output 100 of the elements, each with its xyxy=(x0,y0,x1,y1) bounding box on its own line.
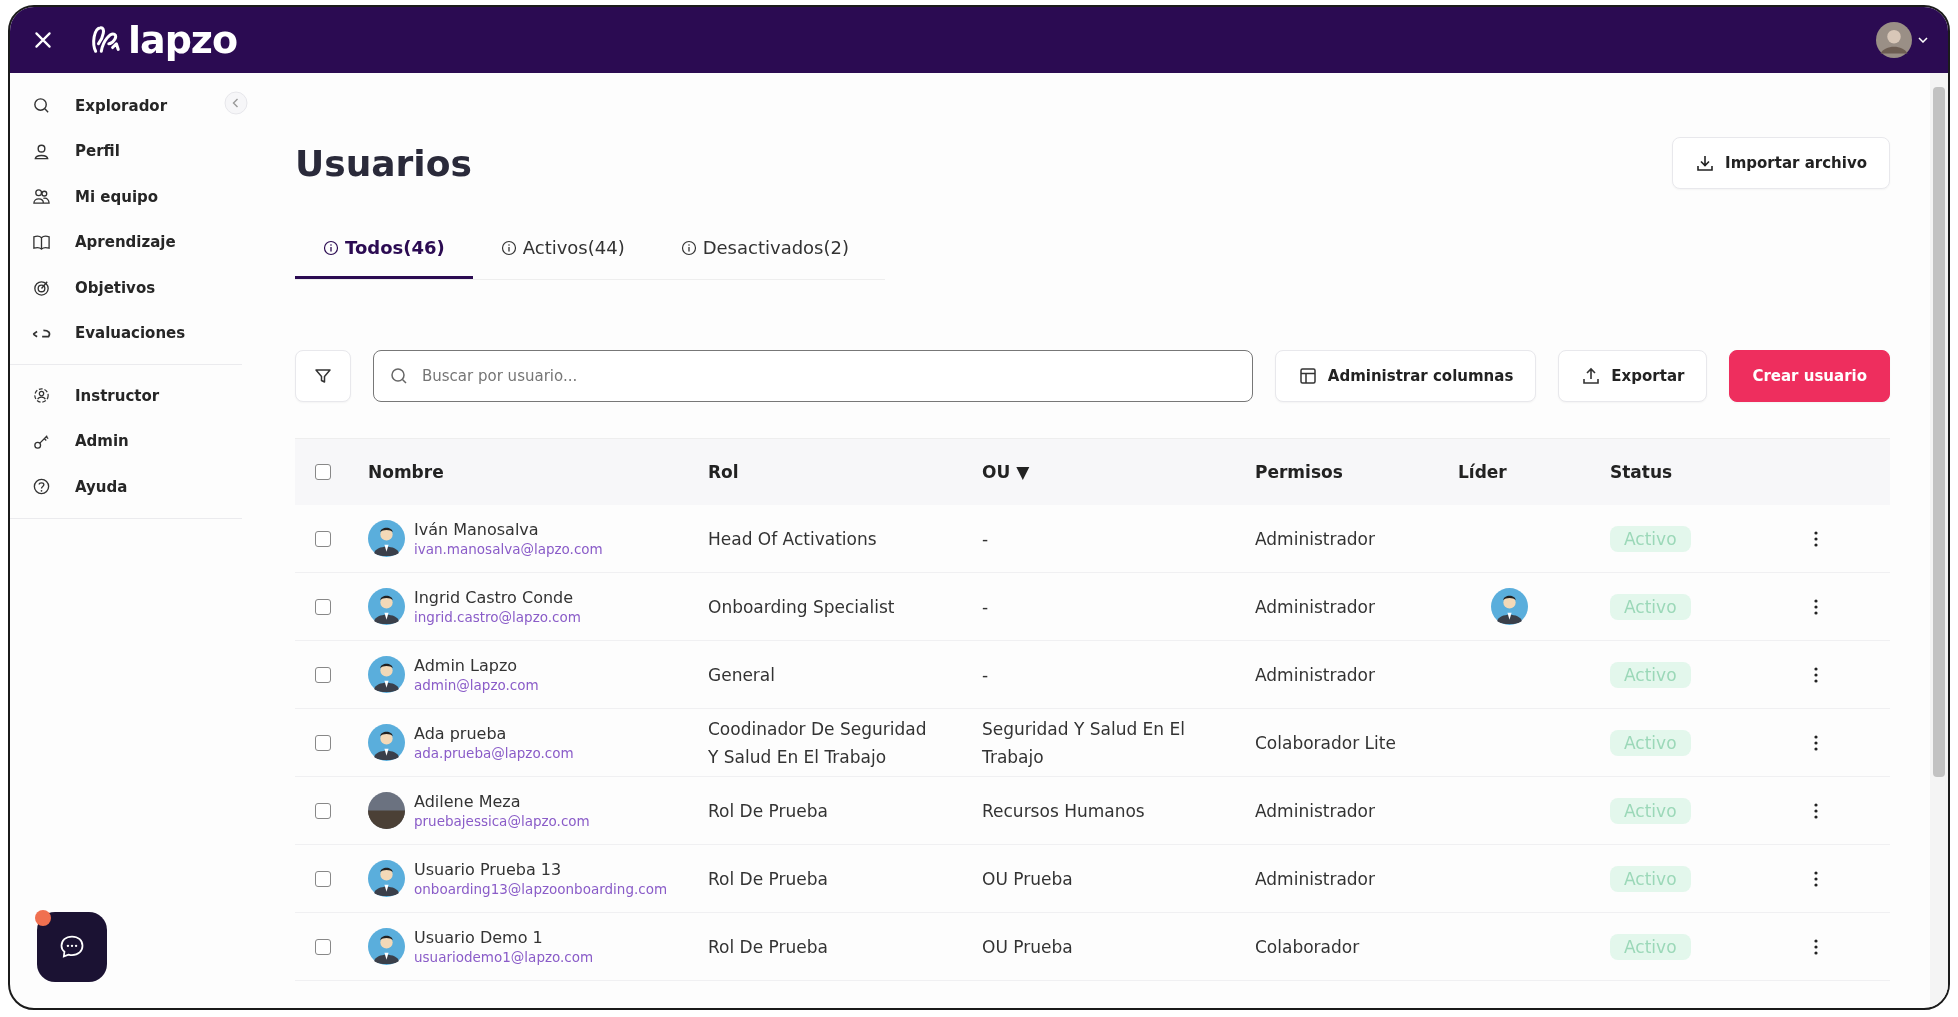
status-badge: Activo xyxy=(1610,525,1691,552)
permissions-cell-text: Administrador xyxy=(1255,595,1376,619)
info-icon xyxy=(680,239,697,256)
more-options-icon[interactable] xyxy=(1813,529,1819,548)
user-name: Admin Lapzo xyxy=(414,656,519,675)
role-cell-text: Rol De Prueba xyxy=(708,935,829,959)
more-options-icon[interactable] xyxy=(1813,869,1819,888)
import-file-button[interactable]: Importar archivo xyxy=(1672,137,1890,189)
user-name: Adilene Meza xyxy=(414,792,522,811)
tab[interactable]: Activos(44) xyxy=(472,223,653,279)
columns-icon xyxy=(1297,366,1318,386)
permissions-cell-text: Administrador xyxy=(1255,867,1376,891)
user-email: ada.prueba@lapzo.com xyxy=(414,745,574,761)
info-icon xyxy=(323,239,339,256)
status-badge: Activo xyxy=(1610,593,1691,620)
sidebar-item[interactable]: Ayuda xyxy=(10,464,198,510)
row-checkbox[interactable] xyxy=(315,530,331,547)
row-checkbox[interactable] xyxy=(315,666,331,683)
ou-cell-text: Recursos Humanos xyxy=(982,799,1146,823)
filter-icon xyxy=(313,366,333,386)
ou-cell-text: - xyxy=(982,663,990,687)
ou-cell-text: Seguridad Y Salud En El Trabajo xyxy=(982,717,1186,769)
status-badge: Activo xyxy=(1610,797,1691,824)
avatar-icon xyxy=(1876,22,1912,58)
target-icon xyxy=(32,278,51,298)
column-header[interactable]: OU ▼ xyxy=(982,462,1030,482)
sidebar-item[interactable]: Objetivos xyxy=(10,265,198,311)
more-options-icon[interactable] xyxy=(1813,733,1819,752)
sidebar-item[interactable]: Instructor xyxy=(10,373,198,419)
permissions-cell-text: Colaborador Lite xyxy=(1255,731,1397,755)
role-cell-text: Coodinador De Seguridad Y Salud En El Trabajo xyxy=(708,717,928,769)
column-header: Nombre xyxy=(368,462,444,482)
role-cell-text: Onboarding Specialist xyxy=(708,595,896,619)
tab[interactable]: Desactivados(2) xyxy=(652,223,877,279)
select-all-checkbox[interactable] xyxy=(315,464,331,480)
user-email: ingrid.castro@lapzo.com xyxy=(414,609,581,625)
permissions-cell-text: Administrador xyxy=(1255,663,1376,687)
row-checkbox[interactable] xyxy=(315,938,331,955)
ou-cell-text: - xyxy=(982,527,990,551)
create-user-button[interactable]: Crear usuario xyxy=(1729,350,1890,402)
user-email: usuariodemo1@lapzo.com xyxy=(414,949,594,965)
user-name: Usuario Demo 1 xyxy=(414,928,544,947)
status-badge: Activo xyxy=(1610,661,1691,688)
logo-text: lapzo xyxy=(128,18,238,62)
user-name: Ingrid Castro Conde xyxy=(414,588,575,607)
sidebar-item[interactable]: Mi equipo xyxy=(10,174,198,220)
info-icon xyxy=(500,239,517,256)
user-name: Usuario Prueba 13 xyxy=(414,860,563,879)
status-badge: Activo xyxy=(1610,933,1691,960)
user-email: admin@lapzo.com xyxy=(414,677,539,693)
download-icon xyxy=(1695,153,1716,173)
user-email: ivan.manosalva@lapzo.com xyxy=(414,541,603,557)
chevron-swirl-icon xyxy=(32,328,51,338)
export-button[interactable]: Exportar xyxy=(1558,350,1708,402)
user-email: pruebajessica@lapzo.com xyxy=(414,813,590,829)
tab[interactable]: Todos(46) xyxy=(295,223,473,279)
book-icon xyxy=(32,232,51,252)
ou-cell-text: OU Prueba xyxy=(982,867,1074,891)
close-icon[interactable] xyxy=(32,29,54,51)
row-checkbox[interactable] xyxy=(315,802,331,819)
status-badge: Activo xyxy=(1610,729,1691,756)
sidebar-item[interactable]: Perfil xyxy=(10,128,198,174)
more-options-icon[interactable] xyxy=(1813,665,1819,684)
caret-icon xyxy=(1918,37,1928,43)
column-header: Rol xyxy=(708,462,739,482)
sidebar-item[interactable]: Evaluaciones xyxy=(10,310,198,356)
user-name: Ada prueba xyxy=(414,724,508,743)
more-options-icon[interactable] xyxy=(1813,597,1819,616)
role-cell-text: General xyxy=(708,663,776,687)
column-header: Líder xyxy=(1458,462,1507,482)
permissions-cell-text: Administrador xyxy=(1255,527,1376,551)
chat-button[interactable] xyxy=(37,912,107,982)
ou-cell-text: - xyxy=(982,595,990,619)
ou-cell-text: OU Prueba xyxy=(982,935,1074,959)
search-icon xyxy=(32,96,51,116)
more-options-icon[interactable] xyxy=(1813,937,1819,956)
role-cell-text: Rol De Prueba xyxy=(708,867,829,891)
user-name: Iván Manosalva xyxy=(414,520,540,539)
row-checkbox[interactable] xyxy=(315,870,331,887)
permissions-cell-text: Administrador xyxy=(1255,799,1376,823)
user-email: onboarding13@lapzoonboarding.com xyxy=(414,881,668,897)
team-icon xyxy=(32,187,51,207)
scrollbar-thumb[interactable] xyxy=(1933,87,1945,777)
help-icon xyxy=(32,477,51,497)
sidebar-item[interactable]: Aprendizaje xyxy=(10,219,198,265)
row-checkbox[interactable] xyxy=(315,734,331,751)
search-field[interactable]: Buscar por usuario... xyxy=(373,350,1253,402)
sidebar-item[interactable]: Explorador xyxy=(10,83,198,129)
role-cell-text: Head Of Activations xyxy=(708,527,878,551)
profile-menu[interactable] xyxy=(1876,22,1928,58)
upload-icon xyxy=(1581,366,1602,386)
sidebar-item[interactable]: Admin xyxy=(10,418,198,464)
manage-columns-button[interactable]: Administrar columnas xyxy=(1274,350,1537,402)
role-cell-text: Rol De Prueba xyxy=(708,799,829,823)
column-header: Permisos xyxy=(1255,462,1343,482)
filter-button[interactable] xyxy=(295,350,351,402)
row-checkbox[interactable] xyxy=(315,598,331,615)
more-options-icon[interactable] xyxy=(1813,801,1819,820)
status-badge: Activo xyxy=(1610,865,1691,892)
permissions-cell-text: Colaborador xyxy=(1255,935,1361,959)
